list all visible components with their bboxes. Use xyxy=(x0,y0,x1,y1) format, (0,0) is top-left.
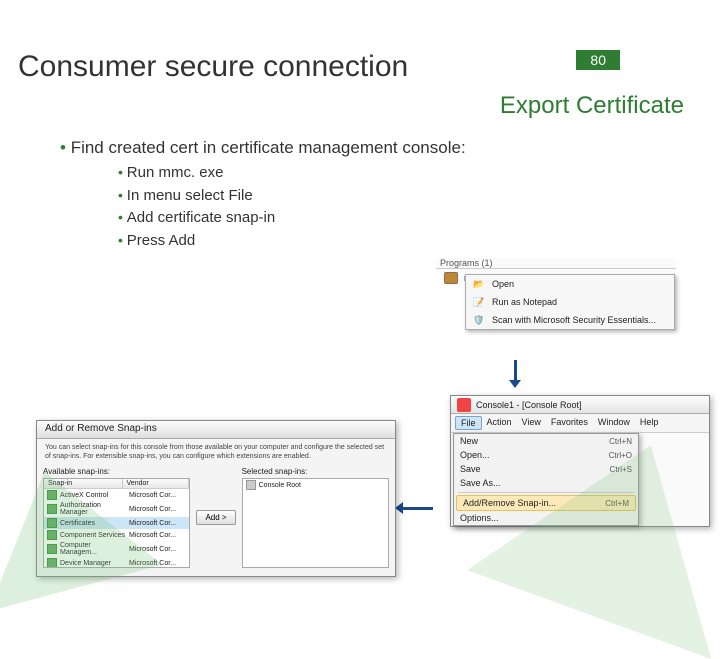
sub-bullet-4: Press Add xyxy=(118,230,720,253)
selected-list[interactable]: Console Root xyxy=(242,478,389,568)
ctx-scan-label: Scan with Microsoft Security Essentials.… xyxy=(492,315,656,325)
page-number: 80 xyxy=(576,50,620,70)
add-button-wrap: Add > xyxy=(196,467,235,568)
folder-icon xyxy=(246,480,256,490)
menu-action[interactable]: Action xyxy=(482,416,517,430)
programs-panel: Programs (1) mmc.exe xyxy=(436,258,676,272)
slide-subtitle: Export Certificate xyxy=(0,92,684,120)
ctx-open-label: Open xyxy=(492,279,514,289)
file-new-label: New xyxy=(460,436,478,446)
menu-help[interactable]: Help xyxy=(635,416,664,430)
selected-snapins: Selected snap-ins: Console Root xyxy=(242,467,389,568)
console-icon xyxy=(457,398,471,412)
ctx-scan[interactable]: 🛡️ Scan with Microsoft Security Essential… xyxy=(466,311,674,329)
arrow-left-icon xyxy=(395,500,435,516)
mmc-icon xyxy=(444,272,458,284)
content-block: Find created cert in certificate managem… xyxy=(60,138,720,252)
snapin-dialog-title: Add or Remove Snap-ins xyxy=(37,421,395,439)
context-menu: 📂 Open 📝 Run as Notepad 🛡️ Scan with Micros… xyxy=(465,274,675,330)
file-saveas-label: Save As... xyxy=(460,478,501,488)
decor-triangle-left xyxy=(0,449,162,611)
selected-root-label: Console Root xyxy=(259,482,301,489)
arrow-down-icon xyxy=(505,360,525,390)
programs-header: Programs (1) xyxy=(436,258,676,269)
shield-icon: 🛡️ xyxy=(472,313,486,327)
sub-bullets: Run mmc. exe In menu select File Add cer… xyxy=(118,162,720,252)
add-button[interactable]: Add > xyxy=(196,510,235,525)
selected-root-row[interactable]: Console Root xyxy=(243,479,388,491)
selected-label: Selected snap-ins: xyxy=(242,467,389,476)
sub-bullet-3: Add certificate snap-in xyxy=(118,207,720,230)
ctx-run-notepad-label: Run as Notepad xyxy=(492,297,557,307)
file-save-label: Save xyxy=(460,464,481,474)
console-titlebar: Console1 - [Console Root] xyxy=(451,396,709,414)
sub-bullet-1: Run mmc. exe xyxy=(118,162,720,185)
notepad-icon: 📝 xyxy=(472,295,486,309)
menu-file[interactable]: File xyxy=(455,416,482,430)
main-bullet: Find created cert in certificate managem… xyxy=(60,138,720,158)
ctx-run-notepad[interactable]: 📝 Run as Notepad xyxy=(466,293,674,311)
file-open-label: Open... xyxy=(460,450,490,460)
open-icon: 📂 xyxy=(472,277,486,291)
ctx-open[interactable]: 📂 Open xyxy=(466,275,674,293)
sub-bullet-2: In menu select File xyxy=(118,185,720,208)
